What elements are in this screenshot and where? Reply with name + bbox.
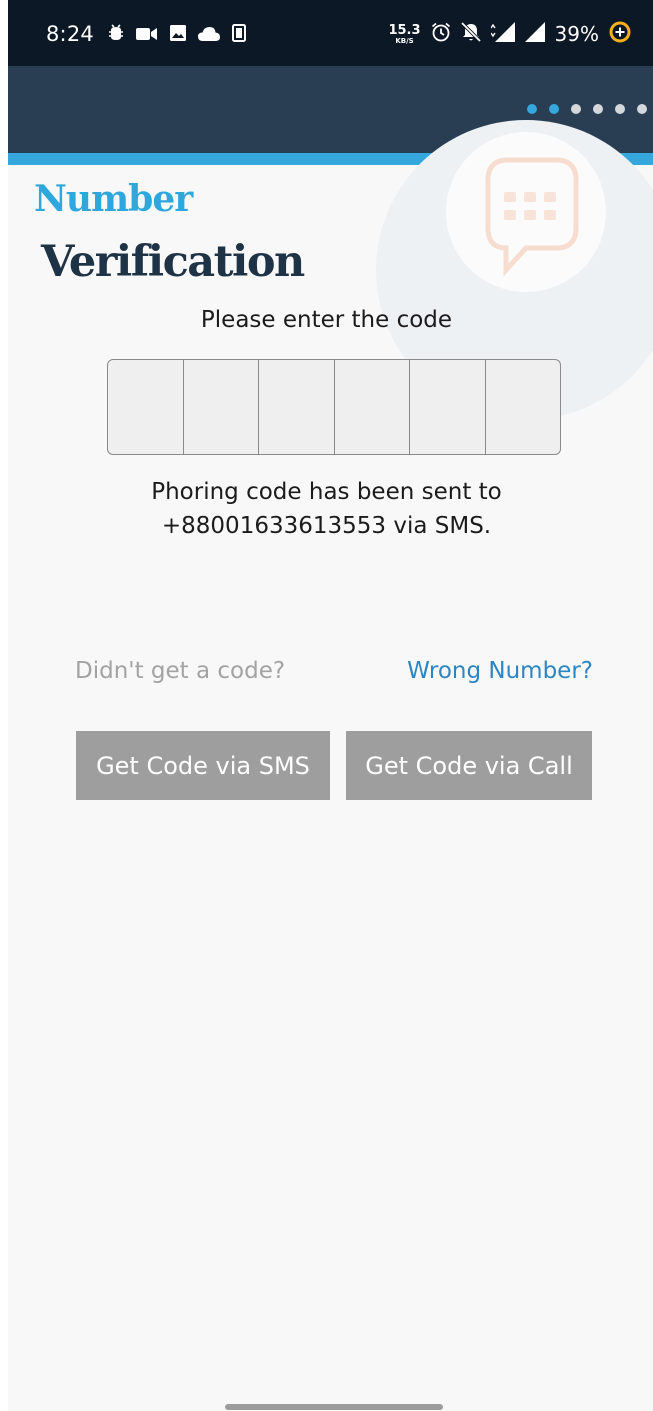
- wrong-number-link[interactable]: Wrong Number?: [407, 658, 593, 684]
- code-digit-2[interactable]: [184, 360, 259, 454]
- code-digit-1[interactable]: [108, 360, 184, 454]
- code-prompt: Please enter the code: [200, 307, 453, 333]
- home-indicator[interactable]: [225, 1404, 443, 1410]
- page-title-line2: Verification: [41, 237, 305, 287]
- video-camera-icon: [136, 26, 158, 45]
- step-dot: [615, 104, 625, 114]
- battery-percent: 39%: [554, 22, 599, 46]
- image-icon: [170, 25, 186, 45]
- code-sent-line2: +88001633613553 via SMS.: [161, 513, 492, 539]
- battery-saver-icon: [609, 21, 631, 47]
- alarm-icon: [431, 22, 451, 46]
- code-digit-4[interactable]: [335, 360, 410, 454]
- status-bar: 8:24 15.3 KB/S H+ 39%: [8, 0, 653, 66]
- network-type: H+: [497, 18, 511, 27]
- get-code-sms-button[interactable]: Get Code via SMS: [76, 731, 330, 800]
- code-sent-message: Phoring code has been sent to +880016336…: [8, 475, 653, 543]
- no-code-label: Didn't get a code?: [75, 658, 286, 684]
- step-dot: [637, 104, 647, 114]
- status-time: 8:24: [46, 22, 94, 46]
- wifi-signal-icon: [524, 22, 545, 46]
- get-code-call-button[interactable]: Get Code via Call: [346, 731, 592, 800]
- system-icons: 15.3 KB/S H+ 39%: [388, 18, 631, 48]
- code-digit-3[interactable]: [259, 360, 335, 454]
- screenshot-icon: [232, 24, 246, 46]
- code-digit-5[interactable]: [410, 360, 486, 454]
- step-dot: [527, 104, 537, 114]
- step-dot: [571, 104, 581, 114]
- mobile-signal-icon: H+: [489, 18, 515, 46]
- notification-icons: [108, 24, 246, 46]
- code-digit-6[interactable]: [486, 360, 561, 454]
- onboarding-step-indicator: [527, 104, 647, 114]
- code-sent-line1: Phoring code has been sent to: [151, 479, 502, 505]
- step-dot: [593, 104, 603, 114]
- verification-code-input[interactable]: [107, 359, 561, 455]
- page-title-line1: Number: [34, 178, 193, 220]
- step-dot: [549, 104, 559, 114]
- usb-debug-icon: [108, 24, 124, 46]
- bell-off-icon: [460, 21, 481, 46]
- network-speed: 15.3 KB/S: [388, 22, 421, 45]
- cloud-icon: [198, 26, 220, 45]
- screen: 8:24 15.3 KB/S H+ 39% Number Verificatio…: [8, 0, 653, 1411]
